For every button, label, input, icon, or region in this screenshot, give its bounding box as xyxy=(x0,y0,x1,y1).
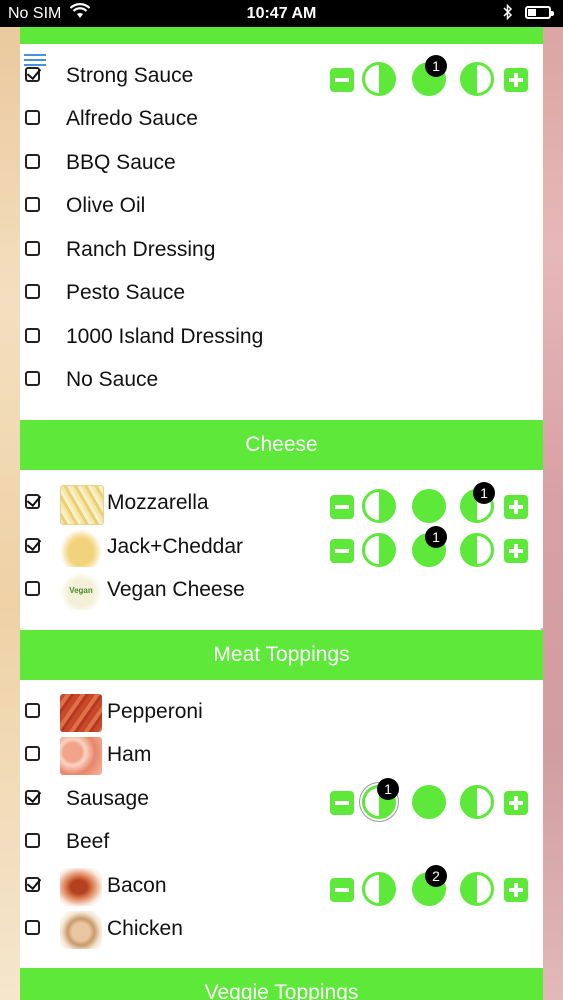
clock: 10:47 AM xyxy=(246,5,317,22)
whole-circle-icon[interactable] xyxy=(412,489,446,523)
meat-row-ham: Ham xyxy=(20,734,543,778)
background-left xyxy=(0,0,20,1000)
item-label: Pesto Sauce xyxy=(66,281,186,304)
checkbox[interactable] xyxy=(25,833,40,848)
minus-icon[interactable] xyxy=(330,878,354,902)
sauce-row-alfredo: Alfredo Sauce xyxy=(20,98,543,142)
checkbox[interactable] xyxy=(25,494,40,509)
item-label: Pepperoni xyxy=(107,700,203,723)
portion-controls: 1 xyxy=(330,482,530,524)
meat-row-pepperoni: Pepperoni xyxy=(20,691,543,735)
item-label: Beef xyxy=(66,830,110,853)
bluetooth-icon xyxy=(503,3,513,24)
item-label: Jack+Cheddar xyxy=(107,535,243,558)
left-half-circle-icon[interactable] xyxy=(362,62,396,96)
pepperoni-thumbnail xyxy=(60,694,102,732)
cheese-row-vegan: Vegan Vegan Cheese xyxy=(20,569,543,613)
checkbox[interactable] xyxy=(25,241,40,256)
right-half-circle-icon[interactable] xyxy=(460,62,494,96)
mozzarella-thumbnail xyxy=(60,485,104,525)
checkbox[interactable] xyxy=(25,67,40,82)
item-label: Olive Oil xyxy=(66,194,146,217)
checkbox[interactable] xyxy=(25,703,40,718)
right-half-circle-icon[interactable] xyxy=(460,872,494,906)
portion-controls: 1 xyxy=(330,778,530,820)
item-label: No Sauce xyxy=(66,368,159,391)
whole-circle-icon[interactable] xyxy=(412,785,446,819)
plus-icon[interactable] xyxy=(504,878,528,902)
checkbox[interactable] xyxy=(25,284,40,299)
plus-icon[interactable] xyxy=(504,791,528,815)
sauce-row-1000-island: 1000 Island Dressing xyxy=(20,316,543,360)
jack-cheddar-thumbnail xyxy=(60,529,102,567)
checkbox[interactable] xyxy=(25,371,40,386)
item-label: Strong Sauce xyxy=(66,64,194,87)
quantity-badge: 2 xyxy=(425,865,447,887)
portion-controls: 1 xyxy=(330,526,530,568)
meat-row-bacon: Bacon 2 xyxy=(20,865,543,909)
plus-icon[interactable] xyxy=(504,539,528,563)
minus-icon[interactable] xyxy=(330,791,354,815)
item-label: Bacon xyxy=(107,874,167,897)
quantity-badge: 1 xyxy=(473,482,495,504)
left-half-circle-icon[interactable] xyxy=(362,489,396,523)
minus-icon[interactable] xyxy=(330,539,354,563)
item-label: Chicken xyxy=(107,917,183,940)
item-label: Ranch Dressing xyxy=(66,238,216,261)
ham-thumbnail xyxy=(60,737,102,775)
checkbox[interactable] xyxy=(25,110,40,125)
item-label: 1000 Island Dressing xyxy=(66,325,264,348)
item-label: Sausage xyxy=(66,787,149,810)
left-half-circle-icon[interactable] xyxy=(362,533,396,567)
sauce-row-bbq: BBQ Sauce xyxy=(20,142,543,186)
bacon-thumbnail xyxy=(60,868,102,906)
meat-row-beef: Beef xyxy=(20,821,543,865)
checkbox[interactable] xyxy=(25,920,40,935)
cheese-row-mozzarella: Mozzarella 1 xyxy=(20,482,543,526)
checkbox[interactable] xyxy=(25,538,40,553)
minus-icon[interactable] xyxy=(330,68,354,92)
checkbox[interactable] xyxy=(25,154,40,169)
checkbox[interactable] xyxy=(25,790,40,805)
sauce-row-olive-oil: Olive Oil xyxy=(20,185,543,229)
right-half-circle-icon[interactable] xyxy=(460,533,494,567)
item-label: Ham xyxy=(107,743,152,766)
checkbox[interactable] xyxy=(25,581,40,596)
meat-row-chicken: Chicken xyxy=(20,908,543,952)
item-label: Vegan Cheese xyxy=(107,578,245,601)
chicken-thumbnail xyxy=(60,911,102,949)
left-half-circle-icon[interactable] xyxy=(362,872,396,906)
item-label: BBQ Sauce xyxy=(66,151,176,174)
vegan-cheese-thumbnail: Vegan xyxy=(60,572,102,610)
portion-controls: 1 xyxy=(330,55,530,97)
battery-icon xyxy=(525,6,554,19)
sauce-row-no-sauce: No Sauce xyxy=(20,359,543,403)
quantity-badge: 1 xyxy=(425,526,447,548)
sauce-row-strong-sauce: Strong Sauce 1 xyxy=(20,55,543,99)
item-label: Mozzarella xyxy=(107,491,209,514)
section-header-sauce-partial xyxy=(20,27,543,44)
section-header-veggie-toppings[interactable]: Veggie Toppings xyxy=(20,968,543,1000)
plus-icon[interactable] xyxy=(504,68,528,92)
background-right xyxy=(543,0,563,1000)
checkbox[interactable] xyxy=(25,877,40,892)
meat-row-sausage: Sausage 1 xyxy=(20,778,543,822)
right-half-circle-icon[interactable] xyxy=(460,785,494,819)
sauce-row-pesto: Pesto Sauce xyxy=(20,272,543,316)
item-label: Alfredo Sauce xyxy=(66,107,198,130)
portion-controls: 2 xyxy=(330,865,530,907)
quantity-badge: 1 xyxy=(425,55,447,77)
section-header-cheese[interactable]: Cheese xyxy=(20,420,543,470)
sauce-row-ranch: Ranch Dressing xyxy=(20,229,543,273)
section-header-meat-toppings[interactable]: Meat Toppings xyxy=(20,630,543,680)
cheese-row-jack-cheddar: Jack+Cheddar 1 xyxy=(20,526,543,570)
checkbox[interactable] xyxy=(25,328,40,343)
quantity-badge: 1 xyxy=(377,778,399,800)
checkbox[interactable] xyxy=(25,746,40,761)
plus-icon[interactable] xyxy=(504,495,528,519)
status-bar: No SIM 10:47 AM xyxy=(0,0,563,27)
checkbox[interactable] xyxy=(25,197,40,212)
minus-icon[interactable] xyxy=(330,495,354,519)
